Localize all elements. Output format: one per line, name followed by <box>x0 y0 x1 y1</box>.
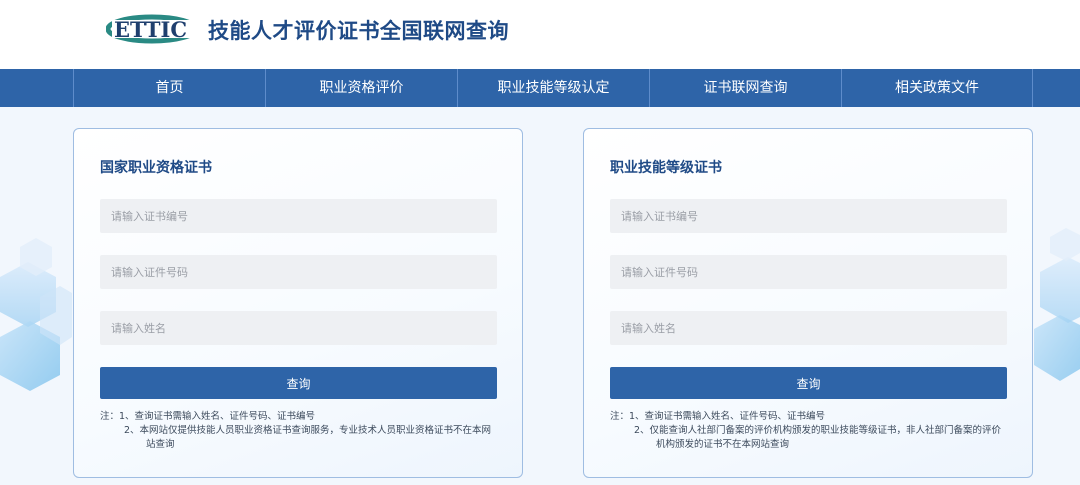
id-number-input[interactable] <box>610 255 1007 289</box>
name-input[interactable] <box>610 311 1007 345</box>
site-header: ETTIC 技能人才评价证书全国联网查询 <box>0 0 1080 69</box>
nav-policy-documents[interactable]: 相关政策文件 <box>841 69 1033 107</box>
main-nav: 首页 职业资格评价 职业技能等级认定 证书联网查询 相关政策文件 <box>0 69 1080 107</box>
card-skill-level-certificate: 职业技能等级证书 查询 注： 1、查询证书需输入姓名、证件号码、证书编号 2、仅… <box>583 128 1033 478</box>
id-number-input[interactable] <box>100 255 497 289</box>
ettic-logo[interactable]: ETTIC <box>106 12 198 46</box>
card-national-vocational-qualification: 国家职业资格证书 查询 注： 1、查询证书需输入姓名、证件号码、证书编号 2、本… <box>73 128 523 478</box>
note-line-2-cont: 机构颁发的证书不在本网站查询 <box>656 439 790 450</box>
query-button[interactable]: 查询 <box>100 367 497 399</box>
certificate-number-input[interactable] <box>100 199 497 233</box>
note-line-2: 2、仅能查询人社部门备案的评价机构颁发的职业技能等级证书，非人社部门备案的评价 <box>634 425 1002 436</box>
nav-certificate-query[interactable]: 证书联网查询 <box>649 69 841 107</box>
name-input[interactable] <box>100 311 497 345</box>
card-note: 注： 1、查询证书需输入姓名、证件号码、证书编号 2、仅能查询人社部门备案的评价… <box>610 410 1010 452</box>
card-title: 国家职业资格证书 <box>100 160 212 176</box>
note-line-1: 1、查询证书需输入姓名、证件号码、证书编号 <box>119 411 316 422</box>
card-note: 注： 1、查询证书需输入姓名、证件号码、证书编号 2、本网站仅提供技能人员职业资… <box>100 410 500 452</box>
card-title: 职业技能等级证书 <box>610 160 722 176</box>
logo-text: ETTIC <box>114 17 187 42</box>
note-line-2: 2、本网站仅提供技能人员职业资格证书查询服务，专业技术人员职业资格证书不在本网 <box>124 425 492 436</box>
nav-vocational-qualification[interactable]: 职业资格评价 <box>265 69 457 107</box>
nav-home[interactable]: 首页 <box>73 69 265 107</box>
site-title: 技能人才评价证书全国联网查询 <box>208 19 509 43</box>
note-prefix: 注： <box>610 411 630 422</box>
note-line-2-cont: 站查询 <box>146 439 175 450</box>
query-button[interactable]: 查询 <box>610 367 1007 399</box>
nav-skill-level[interactable]: 职业技能等级认定 <box>457 69 649 107</box>
note-line-1: 1、查询证书需输入姓名、证件号码、证书编号 <box>629 411 826 422</box>
certificate-number-input[interactable] <box>610 199 1007 233</box>
note-prefix: 注： <box>100 411 120 422</box>
